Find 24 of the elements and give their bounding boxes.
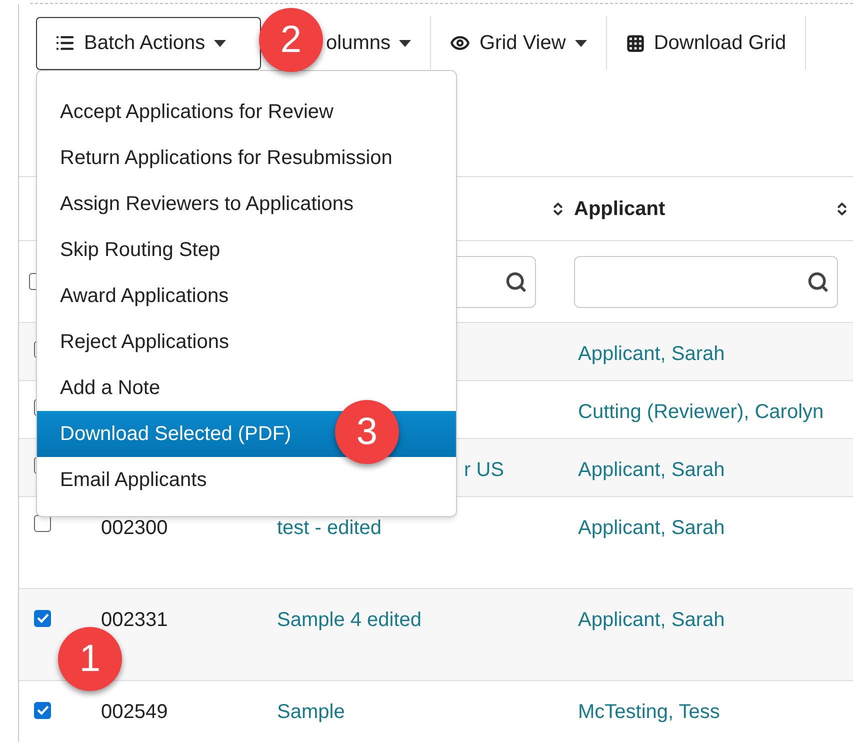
menu-item[interactable]: Award Applications [37, 273, 456, 319]
menu-item[interactable]: Skip Routing Step [37, 227, 456, 273]
table-cell: 002549 [101, 701, 168, 723]
toolbar-button[interactable]: Batch Actions [36, 16, 261, 70]
applicant-link[interactable]: McTesting, Tess [578, 701, 720, 723]
menu-item[interactable]: Return Applications for Resubmission [37, 135, 456, 181]
menu-item[interactable]: Assign Reviewers to Applications [37, 181, 456, 227]
toolbar-button[interactable]: Grid View [431, 16, 606, 70]
menu-item[interactable]: Reject Applications [37, 319, 456, 365]
applicant-link[interactable]: Applicant, Sarah [578, 609, 725, 631]
applicant-link[interactable]: Cutting (Reviewer), Carolyn [578, 401, 824, 423]
toolbar-button[interactable]: olumns [325, 16, 430, 70]
column-header[interactable]: Applicant [574, 194, 666, 224]
title-link[interactable]: r US [464, 459, 504, 481]
applicant-link[interactable]: Applicant, Sarah [578, 517, 725, 539]
title-link[interactable]: Sample [277, 701, 345, 723]
title-link[interactable]: test - edited [277, 517, 382, 539]
callout-badge: 2 [259, 8, 323, 72]
table-cell: 002300 [101, 517, 168, 539]
menu-item[interactable]: Accept Applications for Review [37, 89, 456, 135]
applicant-link[interactable]: Applicant, Sarah [578, 343, 725, 365]
title-link[interactable]: Sample 4 edited [277, 609, 422, 631]
applicant-link[interactable]: Applicant, Sarah [578, 459, 725, 481]
toolbar-button[interactable]: Download Grid [606, 16, 806, 70]
